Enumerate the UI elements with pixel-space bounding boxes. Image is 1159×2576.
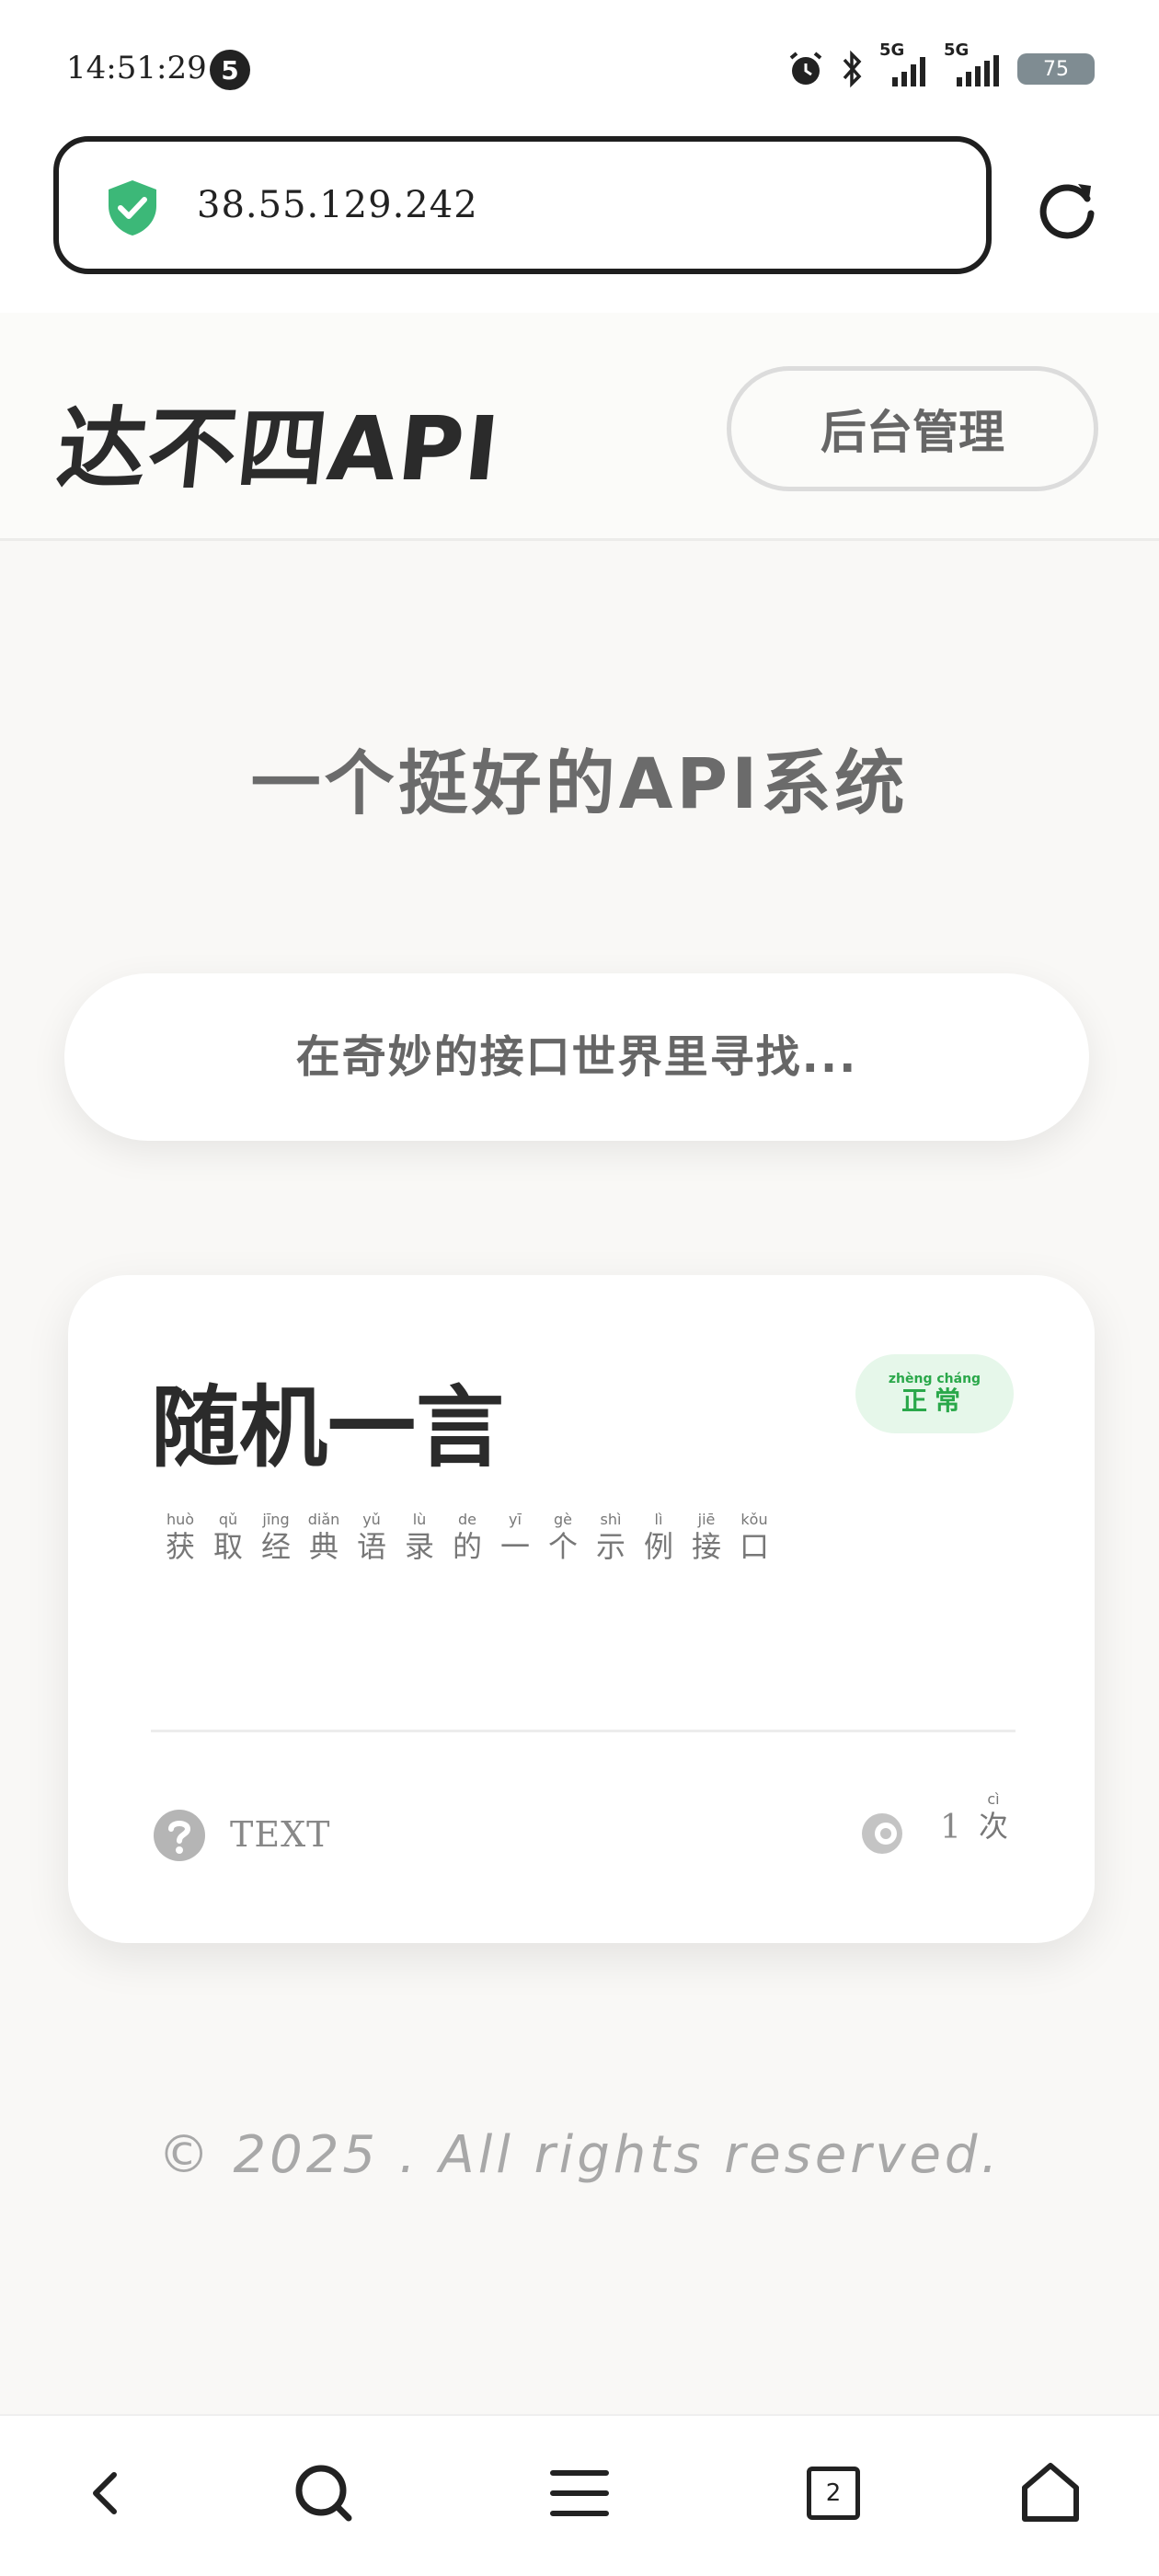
card-divider [151, 1730, 1016, 1732]
description-hanzi: 录 [404, 1529, 434, 1564]
description-char: jīng 经 [252, 1511, 300, 1564]
description-pinyin: lì [654, 1511, 663, 1528]
description-char: huò 获 [156, 1511, 204, 1564]
status-badge-text: 正常 [901, 1386, 968, 1416]
browser-bottom-nav: 2 [0, 2414, 1159, 2576]
search-box[interactable] [64, 973, 1089, 1141]
description-hanzi: 取 [212, 1529, 243, 1564]
search-button[interactable] [287, 2456, 361, 2530]
site-logo[interactable]: 达不四API [52, 377, 508, 505]
description-hanzi: 一 [499, 1529, 530, 1564]
address-bar[interactable]: 38.55.129.242 [53, 136, 992, 274]
bluetooth-icon [843, 50, 862, 88]
description-char: kǒu 口 [730, 1511, 778, 1564]
alarm-icon [789, 52, 822, 85]
description-pinyin: de [458, 1511, 476, 1528]
search-input[interactable] [163, 1031, 991, 1083]
description-char: yī 一 [491, 1511, 539, 1564]
api-title: 随机一言 [151, 1376, 504, 1479]
description-char: jiē 接 [683, 1511, 730, 1564]
menu-button[interactable] [543, 2456, 616, 2530]
description-char: shì 示 [587, 1511, 635, 1564]
description-hanzi: 获 [165, 1529, 195, 1564]
description-pinyin: yī [509, 1511, 522, 1528]
description-pinyin: diǎn [307, 1511, 340, 1528]
menu-icon [550, 2470, 609, 2516]
home-button[interactable] [1014, 2456, 1087, 2530]
home-icon [1022, 2463, 1079, 2522]
status-icons: 5G 5G 75 [786, 40, 1095, 94]
notification-count-badge: 5 [210, 50, 250, 90]
call-count-unit: cì 次 [975, 1790, 1012, 1844]
description-pinyin: qǔ [218, 1511, 238, 1528]
description-pinyin: gè [554, 1511, 572, 1528]
call-count-unit-pinyin: cì [987, 1790, 1000, 1808]
search-icon [295, 2465, 352, 2522]
browser-toolbar: 38.55.129.242 [0, 129, 1159, 313]
tabs-icon: 2 [807, 2467, 860, 2520]
description-hanzi: 口 [739, 1529, 769, 1564]
status-bar: 14:51:29 5 5G 5G 75 [0, 0, 1159, 129]
description-hanzi: 语 [356, 1529, 386, 1564]
description-pinyin: jīng [262, 1511, 290, 1528]
description-pinyin: lù [412, 1511, 427, 1528]
api-description: huò 获 qǔ 取 jīng 经 diǎn 典 yǔ 语 lù 录 de 的 yī 一 gè 个 shì 示 lì 例 j… [156, 1511, 778, 1564]
question-icon [154, 1810, 205, 1861]
description-pinyin: jiē [697, 1511, 716, 1528]
description-pinyin: shì [600, 1511, 622, 1528]
reload-icon[interactable] [1034, 175, 1100, 241]
description-hanzi: 经 [260, 1529, 291, 1564]
copyright-footer: © 2025 . All rights reserved. [157, 2125, 1002, 2185]
signal-2: 5G [944, 40, 1004, 93]
admin-button[interactable]: 后台管理 [727, 366, 1098, 491]
description-hanzi: 接 [691, 1529, 721, 1564]
tabs-button[interactable]: 2 [797, 2456, 870, 2530]
status-time: 14:51:29 [66, 50, 207, 86]
battery-indicator: 75 [1017, 53, 1095, 85]
eye-icon [862, 1813, 902, 1854]
api-card[interactable]: 随机一言 zhèng cháng 正常 huò 获 qǔ 取 jīng 经 diǎn 典 yǔ 语… [68, 1275, 1095, 1943]
description-pinyin: yǔ [362, 1511, 381, 1528]
hero-title: 一个挺好的API系统 [250, 742, 909, 824]
signal-1: 5G [879, 40, 931, 93]
description-hanzi: 个 [547, 1529, 578, 1564]
description-hanzi: 的 [452, 1529, 482, 1564]
site-header: 达不四API 后台管理 [0, 313, 1159, 541]
description-hanzi: 例 [643, 1529, 673, 1564]
call-count-unit-char: 次 [978, 1809, 1008, 1844]
api-type: TEXT [230, 1814, 331, 1855]
description-hanzi: 典 [308, 1529, 339, 1564]
description-hanzi: 示 [595, 1529, 625, 1564]
url-text: 38.55.129.242 [197, 184, 478, 226]
status-badge-pinyin: zhèng cháng [888, 1372, 981, 1386]
description-char: gè 个 [539, 1511, 587, 1564]
description-char: de 的 [443, 1511, 491, 1564]
call-count: 1 [940, 1809, 961, 1846]
description-pinyin: kǒu [740, 1511, 768, 1528]
secure-shield-icon [109, 180, 156, 236]
description-char: diǎn 典 [300, 1511, 348, 1564]
description-pinyin: huò [166, 1511, 195, 1528]
status-badge: zhèng cháng 正常 [855, 1354, 1014, 1433]
description-char: lù 录 [396, 1511, 443, 1564]
description-char: lì 例 [635, 1511, 683, 1564]
description-char: qǔ 取 [204, 1511, 252, 1564]
back-button[interactable] [70, 2456, 143, 2530]
description-char: yǔ 语 [348, 1511, 396, 1564]
back-icon [93, 2472, 117, 2514]
